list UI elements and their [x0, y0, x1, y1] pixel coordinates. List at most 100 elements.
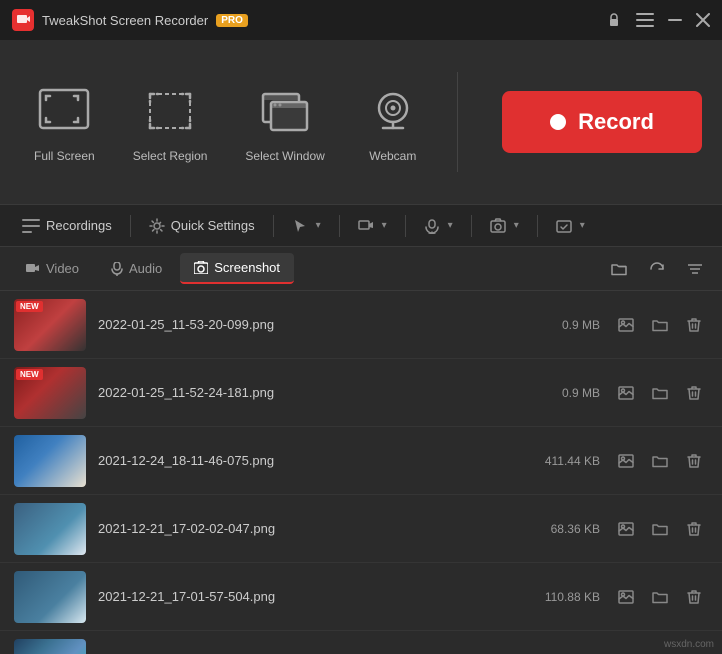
menu-sep-1: [130, 215, 131, 237]
open-file-folder-button[interactable]: [646, 583, 674, 611]
recordings-label: Recordings: [46, 218, 112, 233]
new-badge: NEW: [16, 301, 43, 312]
title-bar: TweakShot Screen Recorder PRO: [0, 0, 722, 40]
tab-actions: [604, 254, 710, 284]
file-actions: [612, 379, 708, 407]
delete-file-button[interactable]: [680, 379, 708, 407]
view-image-button[interactable]: [612, 651, 640, 654]
view-image-button[interactable]: [612, 379, 640, 407]
menu-sep-4: [405, 215, 406, 237]
recordings-menu[interactable]: Recordings: [12, 213, 122, 238]
view-image-button[interactable]: [612, 515, 640, 543]
file-size: 68.36 KB: [520, 522, 600, 536]
file-row[interactable]: NEW 2022-01-25_11-52-24-181.png 0.9 MB: [0, 359, 722, 427]
screenshot-menu[interactable]: ▾: [480, 213, 529, 239]
delete-file-button[interactable]: [680, 583, 708, 611]
file-thumbnail: [14, 503, 86, 555]
open-file-folder-button[interactable]: [646, 311, 674, 339]
open-file-folder-button[interactable]: [646, 379, 674, 407]
fullscreen-label: Full Screen: [34, 149, 95, 163]
file-row[interactable]: NEW 2022-01-25_11-53-20-099.png 0.9 MB: [0, 291, 722, 359]
video-quality-chevron: ▾: [382, 220, 387, 231]
toolbar: Full Screen Select Region: [0, 40, 722, 205]
delete-file-button[interactable]: [680, 311, 708, 339]
open-file-folder-button[interactable]: [646, 651, 674, 654]
audio-menu[interactable]: ▾: [414, 213, 463, 239]
select-region-label: Select Region: [133, 149, 208, 163]
close-button[interactable]: [696, 13, 710, 27]
file-actions: [612, 311, 708, 339]
file-thumbnail: [14, 435, 86, 487]
cursor-menu[interactable]: ▾: [282, 213, 331, 239]
extra-chevron: ▾: [580, 220, 585, 231]
file-row[interactable]: 2021-11-12_15-38-59-382.png1.37 MB: [0, 631, 722, 654]
file-name: 2021-12-24_18-11-46-075.png: [98, 453, 508, 468]
audio-chevron: ▾: [448, 220, 453, 231]
tab-screenshot-label: Screenshot: [214, 260, 280, 275]
lock-icon[interactable]: [606, 12, 622, 28]
pro-badge: PRO: [216, 14, 248, 27]
file-actions: [612, 583, 708, 611]
record-label: Record: [578, 109, 654, 135]
tabs-bar: Video Audio Screenshot: [0, 247, 722, 291]
menu-bar: Recordings Quick Settings ▾ ▾: [0, 205, 722, 247]
file-size: 110.88 KB: [520, 590, 600, 604]
delete-file-button[interactable]: [680, 515, 708, 543]
file-actions: [612, 515, 708, 543]
open-folder-btn[interactable]: [604, 254, 634, 284]
quick-settings-menu[interactable]: Quick Settings: [139, 213, 265, 239]
file-row[interactable]: 2021-12-21_17-01-57-504.png110.88 KB: [0, 563, 722, 631]
watermark: wsxdn.com: [664, 639, 714, 650]
title-bar-left: TweakShot Screen Recorder PRO: [12, 9, 248, 31]
file-size: 0.9 MB: [520, 318, 600, 332]
view-image-button[interactable]: [612, 447, 640, 475]
quick-settings-label: Quick Settings: [171, 218, 255, 233]
file-thumbnail: NEW: [14, 367, 86, 419]
minimize-button[interactable]: [668, 19, 682, 21]
view-image-button[interactable]: [612, 311, 640, 339]
video-quality-menu[interactable]: ▾: [348, 213, 397, 239]
menu-sep-6: [537, 215, 538, 237]
view-image-button[interactable]: [612, 583, 640, 611]
refresh-btn[interactable]: [642, 254, 672, 284]
tab-video[interactable]: Video: [12, 254, 93, 283]
record-indicator: [550, 114, 566, 130]
record-button[interactable]: Record: [502, 91, 702, 153]
delete-file-button[interactable]: [680, 651, 708, 654]
tab-screenshot[interactable]: Screenshot: [180, 253, 294, 284]
menu-sep-5: [471, 215, 472, 237]
toolbar-divider: [457, 72, 458, 172]
tab-audio-label: Audio: [129, 261, 162, 276]
new-badge: NEW: [16, 369, 43, 380]
extra-menu[interactable]: ▾: [546, 213, 595, 239]
title-bar-controls: [606, 12, 710, 28]
tab-audio[interactable]: Audio: [97, 254, 176, 283]
app-icon: [12, 9, 34, 31]
select-window-tool[interactable]: Select Window: [231, 71, 338, 173]
open-file-folder-button[interactable]: [646, 515, 674, 543]
file-name: 2022-01-25_11-52-24-181.png: [98, 385, 508, 400]
file-name: 2021-12-21_17-02-02-047.png: [98, 521, 508, 536]
main-content: NEW 2022-01-25_11-53-20-099.png 0.9 MB NEW…: [0, 291, 722, 654]
menu-icon[interactable]: [636, 13, 654, 27]
webcam-tool[interactable]: Webcam: [349, 71, 437, 173]
tab-video-label: Video: [46, 261, 79, 276]
open-file-folder-button[interactable]: [646, 447, 674, 475]
file-row[interactable]: 2021-12-24_18-11-46-075.png411.44 KB: [0, 427, 722, 495]
fullscreen-tool[interactable]: Full Screen: [20, 71, 109, 173]
file-thumbnail: [14, 571, 86, 623]
file-row[interactable]: 2021-12-21_17-02-02-047.png 68.36 KB: [0, 495, 722, 563]
select-window-label: Select Window: [245, 149, 324, 163]
select-region-tool[interactable]: Select Region: [119, 71, 222, 173]
file-name: 2022-01-25_11-53-20-099.png: [98, 317, 508, 332]
file-actions: [612, 651, 708, 654]
screenshot-chevron: ▾: [514, 220, 519, 231]
delete-file-button[interactable]: [680, 447, 708, 475]
sort-btn[interactable]: [680, 254, 710, 284]
select-region-icon: [140, 81, 200, 141]
file-list: NEW 2022-01-25_11-53-20-099.png 0.9 MB NEW…: [0, 291, 722, 654]
file-size: 0.9 MB: [520, 386, 600, 400]
file-actions: [612, 447, 708, 475]
webcam-label: Webcam: [369, 149, 416, 163]
webcam-icon: [363, 81, 423, 141]
